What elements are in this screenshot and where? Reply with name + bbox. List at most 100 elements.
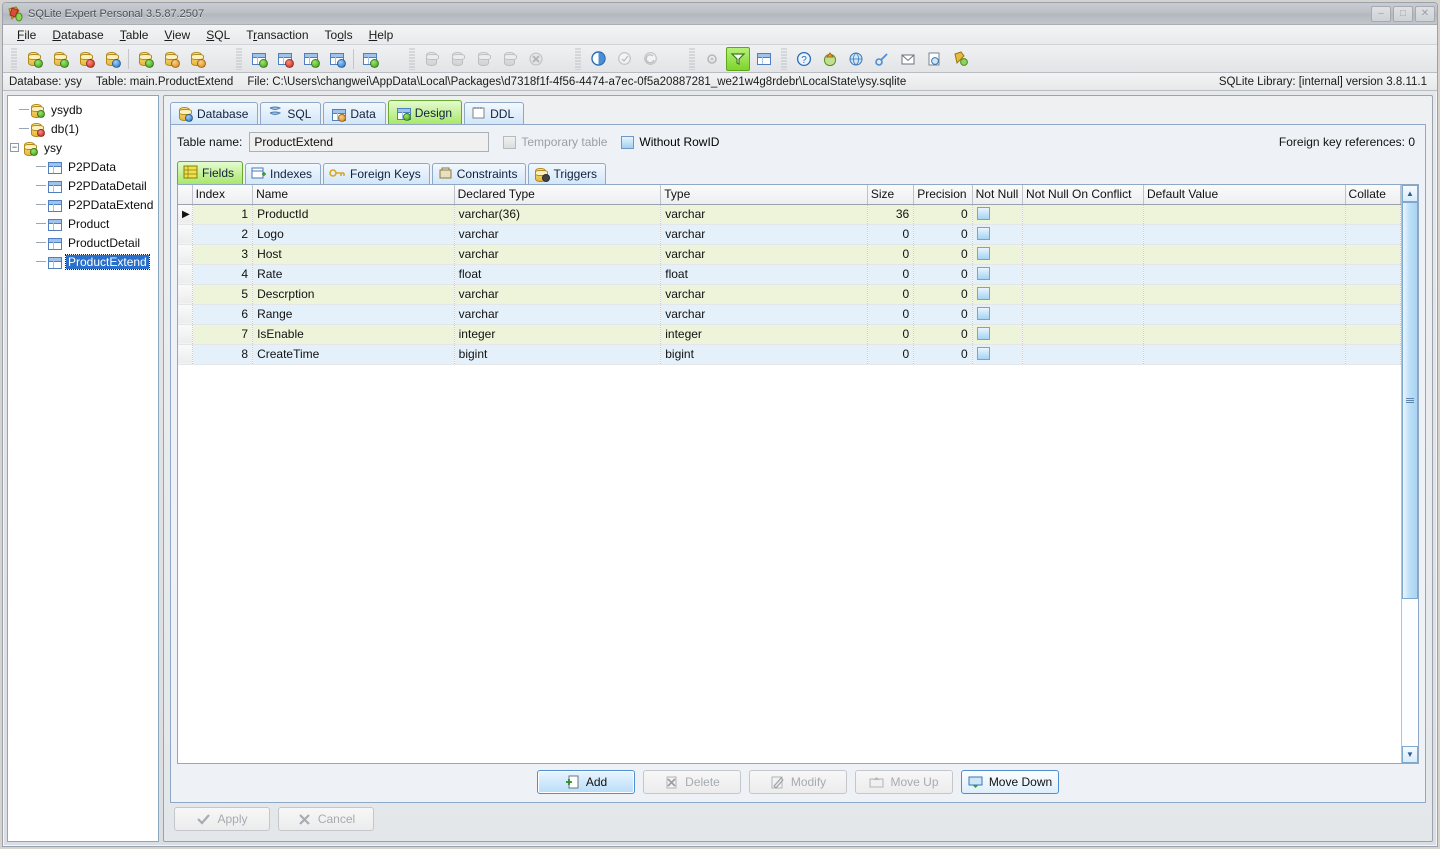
tree-item-p2pdataextend[interactable]: P2PDataExtend [10, 195, 156, 214]
column-header-collate[interactable]: Collate [1345, 185, 1401, 205]
cell-size[interactable]: 36 [867, 204, 915, 225]
column-header-not-null-on-conflict[interactable]: Not Null On Conflict [1022, 185, 1144, 205]
cell-not-null[interactable] [972, 284, 1024, 305]
close-database-icon[interactable] [74, 47, 98, 71]
scrollbar-track[interactable] [1402, 202, 1418, 746]
cell-precision[interactable]: 0 [913, 204, 973, 225]
menu-sql[interactable]: SQL [198, 26, 238, 44]
menu-help[interactable]: Help [361, 26, 402, 44]
grid-vertical-scrollbar[interactable]: ▲ ▼ [1401, 185, 1418, 763]
cell-size[interactable]: 0 [867, 224, 915, 245]
help-icon[interactable]: ? [792, 47, 816, 71]
table-row[interactable]: 5 Descrption varchar varchar 0 0 [178, 284, 1401, 305]
move-down-button[interactable]: Move Down [961, 770, 1059, 794]
tree-expander-ysy[interactable]: − [10, 143, 19, 152]
cell-collate[interactable] [1345, 304, 1401, 325]
cell-collate[interactable] [1345, 324, 1401, 345]
toolbar-grip[interactable] [235, 47, 243, 70]
cell-name[interactable]: CreateTime [252, 344, 455, 365]
scroll-down-button[interactable]: ▼ [1402, 746, 1418, 763]
cell-not-null-on-conflict[interactable] [1022, 224, 1144, 245]
cell-precision[interactable]: 0 [913, 264, 973, 285]
cell-size[interactable]: 0 [867, 324, 915, 345]
tree-item-productextend[interactable]: ProductExtend [10, 252, 156, 271]
without-rowid-checkbox[interactable]: Without RowID [621, 135, 719, 149]
not-null-checkbox[interactable] [976, 247, 990, 260]
cell-name[interactable]: IsEnable [252, 324, 455, 345]
table-data-icon[interactable] [325, 47, 349, 71]
cell-index[interactable]: 5 [192, 284, 254, 305]
about-icon[interactable] [922, 47, 946, 71]
tree-item-ysy[interactable]: − ysy [10, 138, 156, 157]
not-null-checkbox[interactable] [976, 327, 990, 340]
not-null-checkbox[interactable] [976, 267, 990, 280]
cell-collate[interactable] [1345, 204, 1401, 225]
cell-precision[interactable]: 0 [913, 324, 973, 345]
cell-name[interactable]: Logo [252, 224, 455, 245]
cell-size[interactable]: 0 [867, 304, 915, 325]
cell-not-null[interactable] [972, 304, 1024, 325]
tab-design[interactable]: Design [387, 100, 463, 124]
tree-item-product[interactable]: Product [10, 214, 156, 233]
cell-not-null[interactable] [972, 344, 1024, 365]
cell-collate[interactable] [1345, 284, 1401, 305]
table-row[interactable]: 3 Host varchar varchar 0 0 [178, 244, 1401, 265]
menu-file[interactable]: File [9, 26, 44, 44]
cell-not-null-on-conflict[interactable] [1022, 324, 1144, 345]
toolbar-grip[interactable] [408, 47, 416, 70]
menu-tools[interactable]: Tools [317, 26, 361, 44]
new-table-icon[interactable] [247, 47, 271, 71]
cell-name[interactable]: Descrption [252, 284, 455, 305]
cell-precision[interactable]: 0 [913, 224, 973, 245]
cell-declared-type[interactable]: varchar [454, 224, 662, 245]
cell-name[interactable]: Host [252, 244, 455, 265]
column-header-size[interactable]: Size [867, 185, 915, 205]
column-header-type[interactable]: Type [660, 185, 868, 205]
column-header-index[interactable]: Index [192, 185, 254, 205]
check-updates-icon[interactable] [844, 47, 868, 71]
subtab-foreign-keys[interactable]: Foreign Keys [323, 163, 430, 184]
cell-type[interactable]: varchar [660, 284, 868, 305]
cell-collate[interactable] [1345, 344, 1401, 365]
cell-collate[interactable] [1345, 264, 1401, 285]
cell-default-value[interactable] [1143, 224, 1346, 245]
cell-index[interactable]: 4 [192, 264, 254, 285]
table-row[interactable]: 8 CreateTime bigint bigint 0 0 [178, 344, 1401, 365]
cell-declared-type[interactable]: varchar [454, 284, 662, 305]
cell-index[interactable]: 1 [192, 204, 254, 225]
cell-not-null[interactable] [972, 244, 1024, 265]
options-icon[interactable] [700, 47, 724, 71]
cell-size[interactable]: 0 [867, 244, 915, 265]
toolbar-grip[interactable] [574, 47, 582, 70]
cell-precision[interactable]: 0 [913, 244, 973, 265]
tree-item-db1[interactable]: db(1) [10, 119, 156, 138]
cell-not-null-on-conflict[interactable] [1022, 204, 1144, 225]
subtab-constraints[interactable]: Constraints [431, 163, 527, 184]
menu-view[interactable]: View [156, 26, 198, 44]
subtab-triggers[interactable]: Triggers [528, 163, 607, 184]
begin-transaction-icon[interactable] [586, 47, 610, 71]
export-database-icon[interactable] [185, 47, 209, 71]
checkbox-box[interactable] [621, 135, 635, 149]
buy-icon[interactable] [948, 47, 972, 71]
cell-default-value[interactable] [1143, 204, 1346, 225]
cell-declared-type[interactable]: integer [454, 324, 662, 345]
table-row[interactable]: 4 Rate float float 0 0 [178, 264, 1401, 285]
cell-not-null[interactable] [972, 324, 1024, 345]
add-button[interactable]: Add [537, 770, 635, 794]
cell-declared-type[interactable]: varchar [454, 304, 662, 325]
cell-default-value[interactable] [1143, 244, 1346, 265]
refresh-table-icon[interactable] [358, 47, 382, 71]
import-database-icon[interactable] [159, 47, 183, 71]
cell-type[interactable]: integer [660, 324, 868, 345]
column-header-precision[interactable]: Precision [913, 185, 973, 205]
cell-not-null[interactable] [972, 204, 1024, 225]
cell-declared-type[interactable]: bigint [454, 344, 662, 365]
attach-database-icon[interactable] [133, 47, 157, 71]
cell-type[interactable]: varchar [660, 224, 868, 245]
cell-precision[interactable]: 0 [913, 284, 973, 305]
not-null-checkbox[interactable] [976, 207, 990, 220]
cell-index[interactable]: 6 [192, 304, 254, 325]
cell-declared-type[interactable]: varchar [454, 244, 662, 265]
cell-index[interactable]: 3 [192, 244, 254, 265]
